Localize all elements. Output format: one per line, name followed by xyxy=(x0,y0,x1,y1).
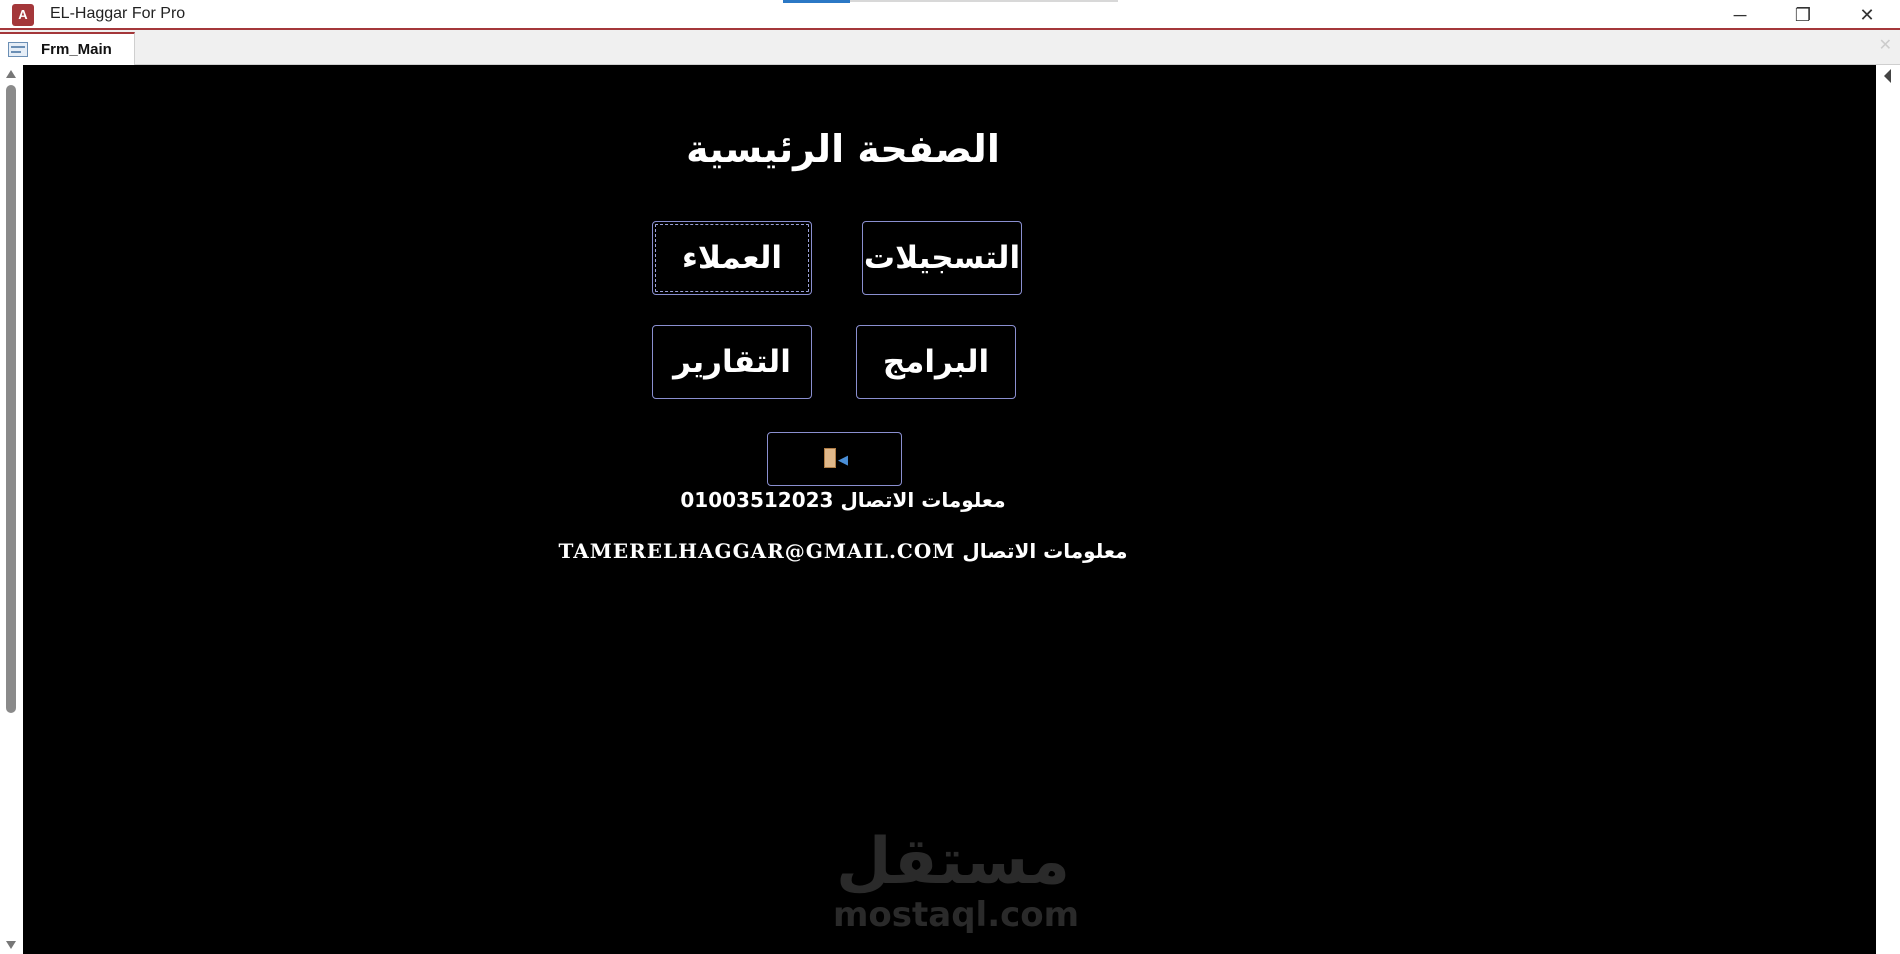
arrow-left-icon: ◀ xyxy=(838,452,848,467)
contact-label: معلومات الاتصال xyxy=(840,488,1006,512)
contact-email: معلومات الاتصال TAMERELHAGGAR@GMAIL.COM xyxy=(23,539,1663,563)
close-tab-icon[interactable]: ✕ xyxy=(1879,35,1892,55)
reports-button[interactable]: التقارير xyxy=(652,325,812,399)
navigation-pane-edge xyxy=(1876,65,1900,954)
vertical-scrollbar[interactable] xyxy=(0,65,23,954)
email-address: TAMERELHAGGAR@GMAIL.COM xyxy=(558,539,956,563)
clients-button[interactable]: العملاء xyxy=(652,221,812,295)
window-title: EL-Haggar For Pro xyxy=(50,5,186,22)
scroll-up-icon[interactable] xyxy=(6,70,16,78)
scroll-down-icon[interactable] xyxy=(6,941,16,949)
form-canvas: الصفحة الرئيسية التسجيلات العملاء البرام… xyxy=(23,65,1876,954)
page-title: الصفحة الرئيسية xyxy=(686,127,1000,171)
registrations-button[interactable]: التسجيلات xyxy=(862,221,1022,295)
title-accent-line xyxy=(850,0,1118,2)
watermark-latin: mostaql.com xyxy=(833,895,1080,935)
programs-button[interactable]: البرامج xyxy=(856,325,1016,399)
title-accent-bar xyxy=(783,0,850,3)
exit-button[interactable]: ◀ xyxy=(767,432,902,486)
phone-number: 01003512023 xyxy=(680,488,834,512)
minimize-button[interactable]: ─ xyxy=(1710,0,1770,30)
tab-label: Frm_Main xyxy=(41,41,112,58)
watermark-logo: مستقل mostaql.com xyxy=(833,825,1080,935)
form-icon xyxy=(8,42,28,57)
access-icon: A xyxy=(12,4,34,26)
close-button[interactable]: ✕ xyxy=(1837,0,1897,30)
exit-door-icon xyxy=(824,448,836,468)
tab-frm-main[interactable]: Frm_Main xyxy=(0,32,135,65)
watermark-arabic: مستقل xyxy=(835,825,1071,899)
contact-phone: معلومات الاتصال 01003512023 xyxy=(23,488,1663,512)
document-tab-bar: Frm_Main ✕ xyxy=(0,30,1900,65)
maximize-button[interactable]: ❐ xyxy=(1773,0,1833,30)
scroll-thumb[interactable] xyxy=(6,85,16,713)
contact-label: معلومات الاتصال xyxy=(962,539,1128,563)
collapse-arrow-icon[interactable] xyxy=(1884,69,1891,83)
title-bar: A EL-Haggar For Pro ─ ❐ ✕ xyxy=(0,0,1900,30)
